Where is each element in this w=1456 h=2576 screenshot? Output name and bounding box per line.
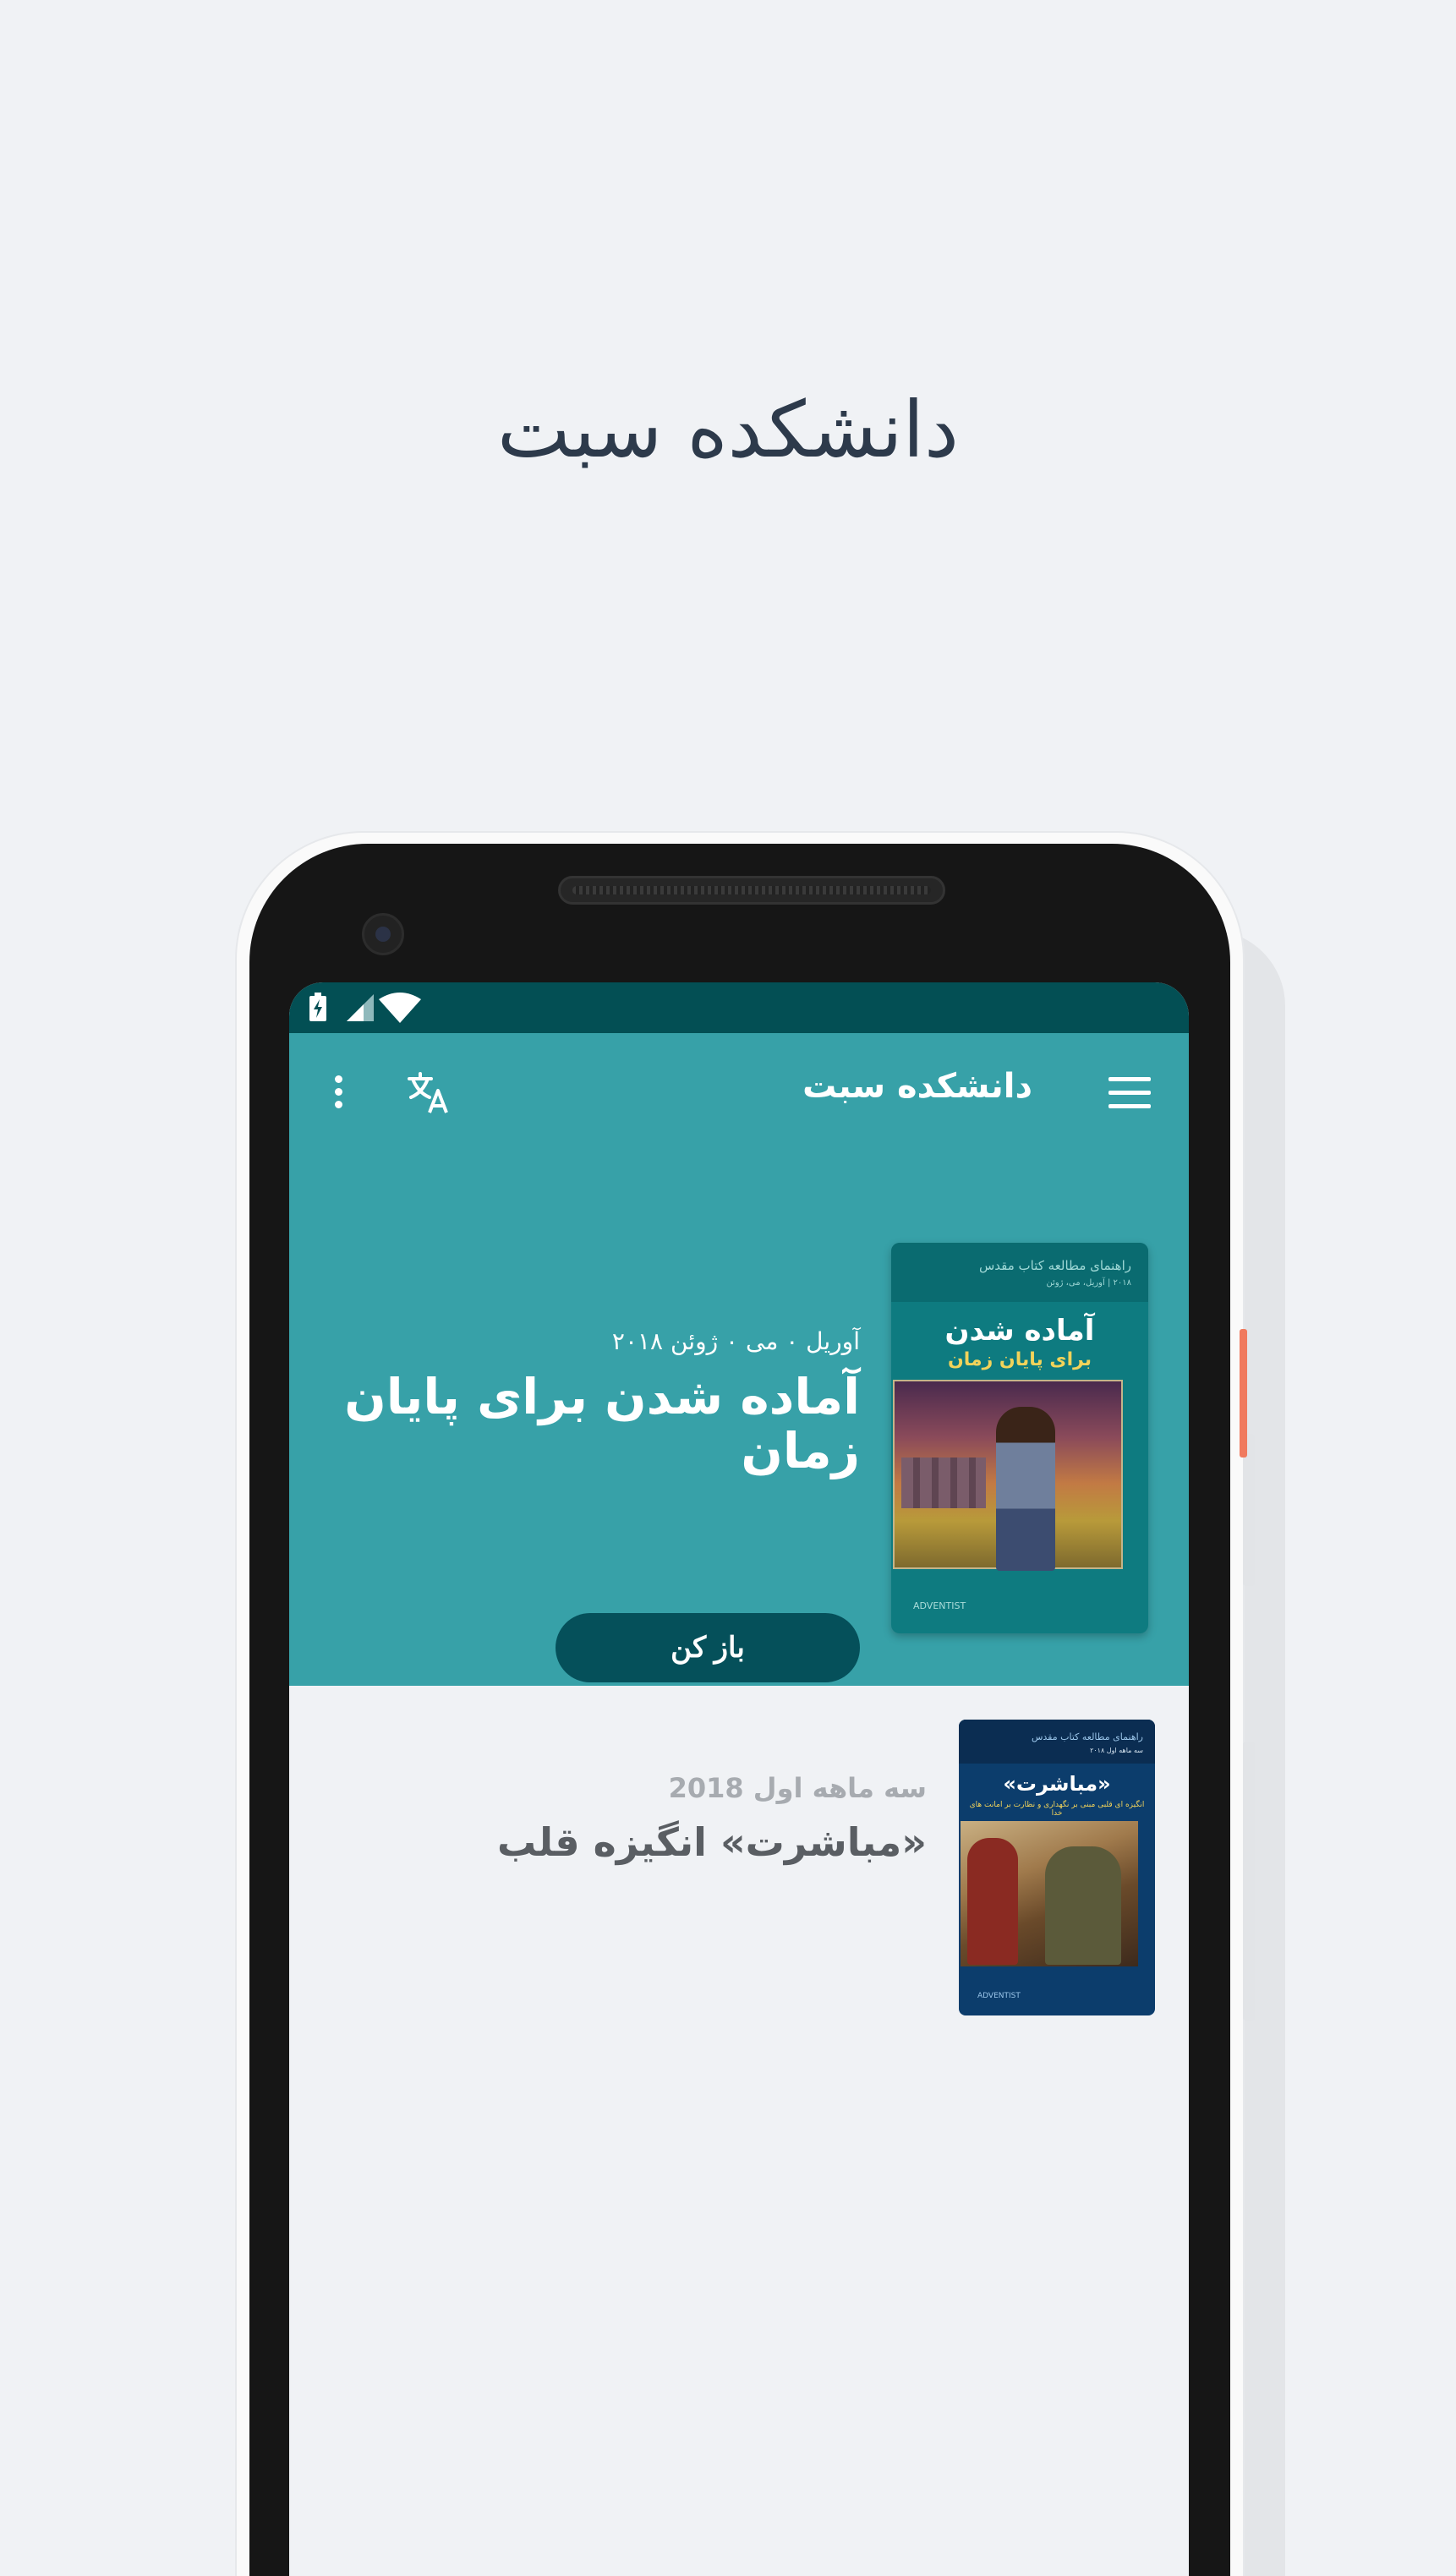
app-title: دانشکده سبت xyxy=(802,1067,1032,1106)
wifi-icon xyxy=(379,993,421,1023)
cover-illustration xyxy=(961,1821,1138,1966)
cell-signal-icon xyxy=(347,994,374,1021)
list-item[interactable]: راهنمای مطالعه کتاب مقدس سه ماهه اول ۲۰۱… xyxy=(289,1686,1189,2024)
side-button xyxy=(1243,1742,1255,2021)
open-button[interactable]: باز کن xyxy=(556,1613,860,1682)
adventist-logo: ADVENTIST xyxy=(913,1600,966,1611)
cover-subheader: ۲۰۱۸ | آوریل، می، ژوئن xyxy=(1046,1278,1131,1288)
phone-speaker xyxy=(558,876,945,905)
cover-subtitle: برای پایان زمان xyxy=(947,1349,1092,1370)
quarterly-subtitle: سه ماهه اول 2018 xyxy=(668,1772,927,1804)
battery-charging-icon xyxy=(309,993,326,1021)
cover-title: آماده شدن xyxy=(944,1314,1095,1348)
power-button xyxy=(1240,1329,1247,1458)
cover-header: راهنمای مطالعه کتاب مقدس xyxy=(978,1258,1131,1273)
more-vertical-icon[interactable] xyxy=(331,1075,345,1116)
cover-subheader: سه ماهه اول ۲۰۱۸ xyxy=(1090,1747,1143,1754)
promo-headline: دانشکده سبت xyxy=(497,385,959,475)
adventist-logo: ADVENTIST xyxy=(977,1992,1021,2000)
featured-cover-image[interactable]: راهنمای مطالعه کتاب مقدس ۲۰۱۸ | آوریل، م… xyxy=(891,1243,1148,1633)
featured-title: آماده شدن برای پایان زمان xyxy=(344,1368,860,1479)
cover-illustration xyxy=(893,1380,1123,1571)
phone-screen: دانشکده سبت راهنمای مطالعه کتاب مقدس ۲۰۱… xyxy=(289,982,1189,2576)
hamburger-menu-icon[interactable] xyxy=(1108,1077,1151,1109)
translate-icon[interactable] xyxy=(406,1070,452,1116)
app-bar: دانشکده سبت xyxy=(289,1033,1189,1151)
cover-header: راهنمای مطالعه کتاب مقدس xyxy=(1031,1731,1143,1742)
cover-subtitle: انگیزه ای قلبی مبنی بر نگهداری و نظارت ب… xyxy=(969,1801,1145,1818)
front-camera xyxy=(362,913,404,955)
cover-title: «مباشرت» xyxy=(1003,1772,1111,1796)
quarterly-title: «مباشرت» انگیزه قلب xyxy=(497,1819,927,1865)
quarterly-cover-image[interactable]: راهنمای مطالعه کتاب مقدس سه ماهه اول ۲۰۱… xyxy=(959,1720,1155,2015)
featured-lesson: راهنمای مطالعه کتاب مقدس ۲۰۱۸ | آوریل، م… xyxy=(289,1151,1189,1686)
status-bar xyxy=(289,982,1189,1033)
featured-date: آوریل ۰ می ۰ ژوئن ۲۰۱۸ xyxy=(611,1327,860,1355)
